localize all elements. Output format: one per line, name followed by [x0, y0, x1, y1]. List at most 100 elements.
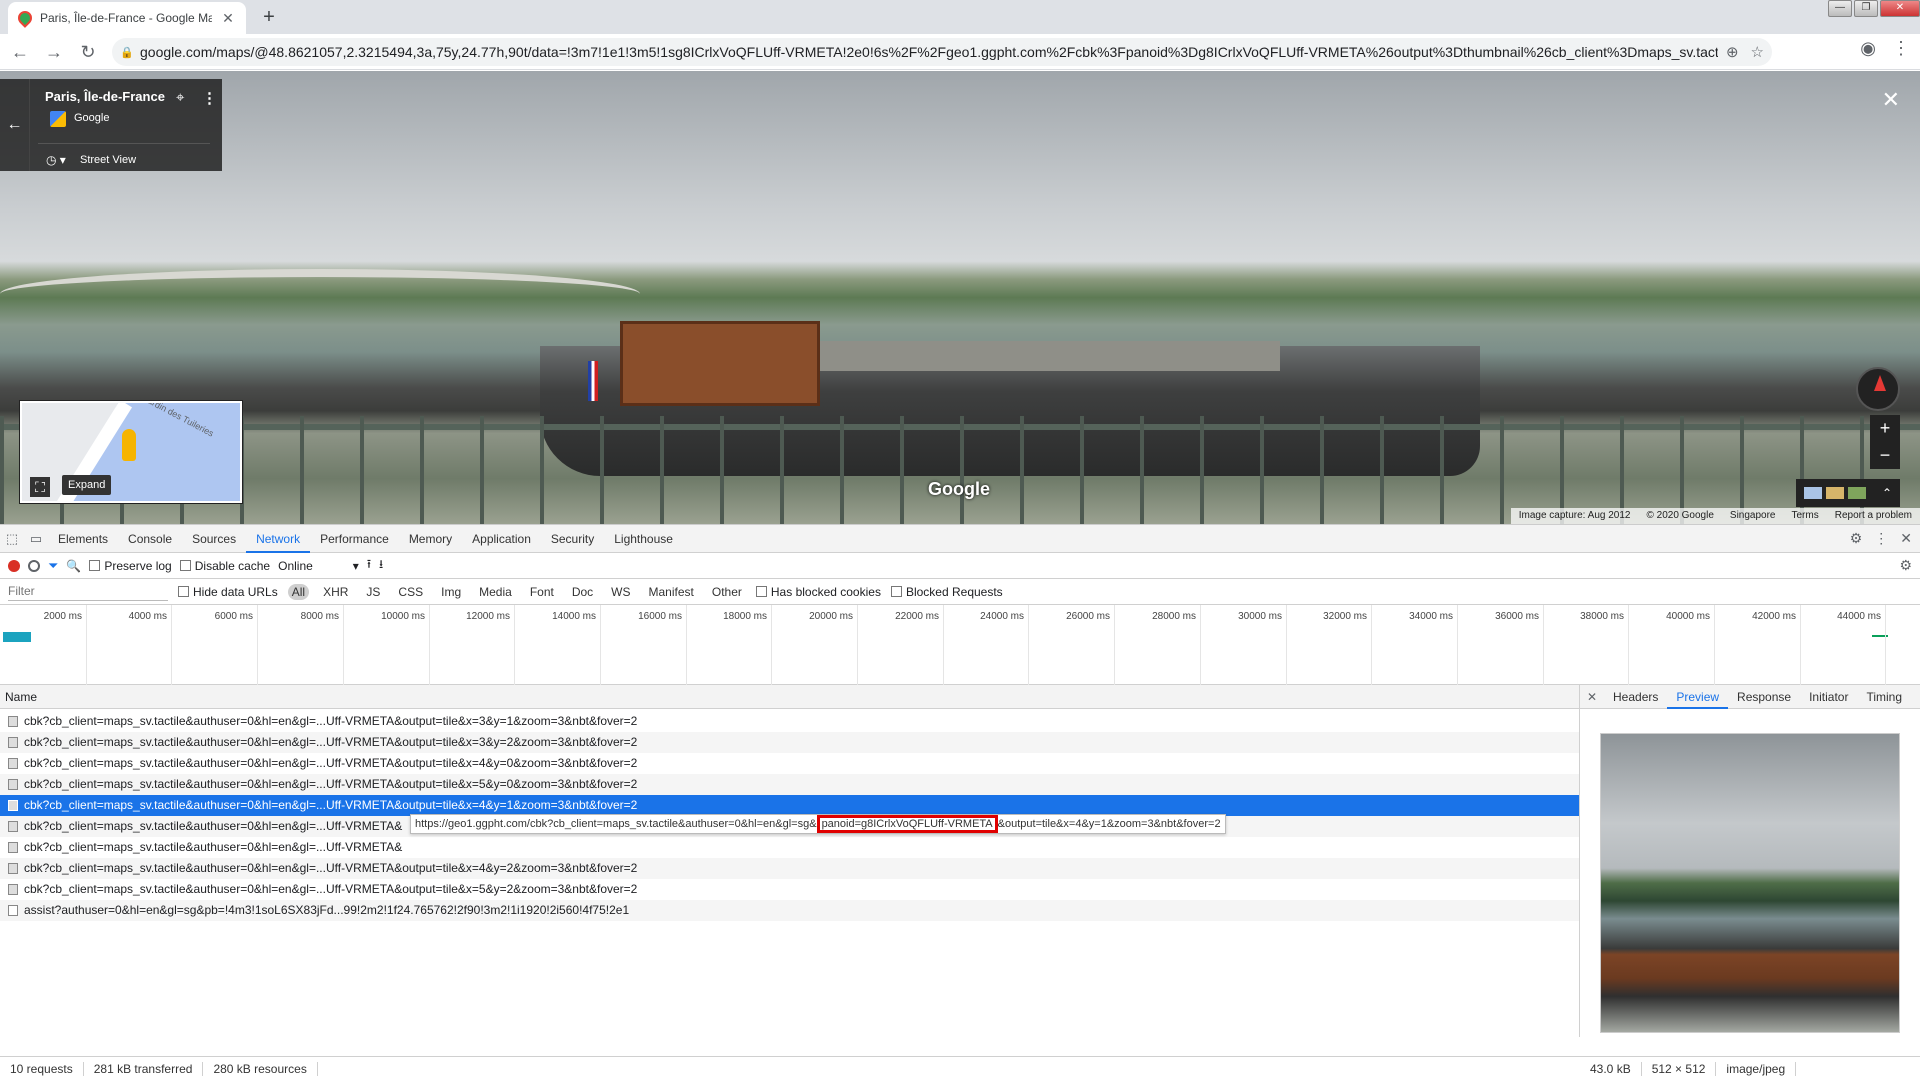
export-har-icon[interactable]: ⭳ [379, 555, 383, 576]
checkbox-box[interactable] [179, 560, 191, 571]
chevron-up-icon[interactable]: ⌃ [1882, 486, 1892, 500]
tab-memory[interactable]: Memory [399, 525, 462, 553]
install-icon[interactable]: ⊕ [1726, 43, 1739, 61]
clear-icon[interactable] [28, 559, 40, 572]
filter-type-all[interactable]: All [287, 583, 310, 600]
tab-lighthouse[interactable]: Lighthouse [604, 525, 683, 553]
table-row[interactable]: cbk?cb_client=maps_sv.tactile&authuser=0… [0, 795, 1579, 816]
hide-data-urls-checkbox[interactable]: Hide data URLs [178, 585, 278, 599]
zoom-in-button[interactable]: + [1880, 418, 1891, 439]
timeline-bar-requests [3, 632, 31, 642]
filter-type-doc[interactable]: Doc [568, 584, 597, 600]
tab-response[interactable]: Response [1728, 685, 1800, 709]
close-detail-icon[interactable]: ✕ [1580, 690, 1604, 704]
tab-application[interactable]: Application [462, 525, 541, 553]
filter-type-css[interactable]: CSS [394, 584, 427, 600]
throttling-select[interactable]: Online ▾ [278, 559, 359, 573]
inspect-element-icon[interactable]: ⬚ [0, 531, 24, 547]
record-icon[interactable] [8, 559, 20, 572]
url-text[interactable]: google.com/maps/@48.8621057,2.3215494,3a… [140, 44, 1718, 60]
address-bar[interactable]: 🔒 google.com/maps/@48.8621057,2.3215494,… [112, 38, 1772, 66]
tab-close-icon[interactable]: ✕ [220, 10, 236, 27]
lock-icon[interactable]: 🔒 [120, 46, 134, 59]
browser-tab-maps[interactable]: Paris, Île-de-France - Google Ma ✕ [8, 2, 246, 34]
pegman-icon[interactable] [122, 429, 136, 461]
new-tab-button[interactable]: + [256, 6, 282, 30]
filter-input[interactable] [8, 582, 168, 601]
table-row[interactable]: cbk?cb_client=maps_sv.tactile&authuser=0… [0, 879, 1579, 900]
back-button[interactable]: ← [6, 38, 34, 66]
close-street-view-icon[interactable]: ✕ [1882, 87, 1900, 113]
blocked-requests-checkbox[interactable]: Blocked Requests [890, 585, 1003, 599]
filter-type-media[interactable]: Media [475, 584, 516, 600]
expand-icon[interactable]: ⛶ [30, 477, 50, 497]
region-link[interactable]: Singapore [1730, 510, 1776, 522]
forward-button[interactable]: → [40, 38, 68, 66]
preserve-log-checkbox[interactable]: Preserve log [89, 559, 172, 573]
table-row[interactable]: cbk?cb_client=maps_sv.tactile&authuser=0… [0, 837, 1579, 858]
profile-avatar-icon[interactable]: ◉ [1860, 38, 1876, 59]
zoom-out-button[interactable]: − [1880, 445, 1891, 466]
location-pin-icon[interactable]: ⌖ [176, 89, 184, 106]
report-problem-link[interactable]: Report a problem [1835, 510, 1912, 522]
bookmark-star-icon[interactable]: ☆ [1751, 43, 1764, 61]
more-options-icon[interactable]: ⋮ [202, 89, 217, 107]
tab-initiator[interactable]: Initiator [1800, 685, 1857, 709]
filter-type-js[interactable]: JS [362, 584, 384, 600]
compass-icon[interactable] [1856, 367, 1900, 411]
network-overview-timeline[interactable]: 2000 ms 4000 ms 6000 ms 8000 ms 10000 ms 1200… [0, 605, 1920, 685]
exit-street-view-button[interactable]: ← [0, 79, 30, 171]
table-row[interactable]: cbk?cb_client=maps_sv.tactile&authuser=0… [0, 753, 1579, 774]
history-clock-icon[interactable]: ◷ ▾ [46, 153, 66, 167]
search-icon[interactable]: 🔍 [66, 559, 81, 573]
layer-thumb-map[interactable] [1804, 487, 1822, 499]
tab-performance[interactable]: Performance [310, 525, 399, 553]
filter-type-ws[interactable]: WS [607, 584, 634, 600]
table-row[interactable]: cbk?cb_client=maps_sv.tactile&authuser=0… [0, 858, 1579, 879]
tab-console[interactable]: Console [118, 525, 182, 553]
name-column-header[interactable]: Name [0, 685, 1579, 709]
close-window-button[interactable]: ✕ [1880, 0, 1920, 17]
table-row[interactable]: cbk?cb_client=maps_sv.tactile&authuser=0… [0, 711, 1579, 732]
street-view-panorama[interactable]: ← Paris, Île-de-France Google ⌖ ⋮ ◷ ▾ St… [0, 71, 1920, 524]
table-row[interactable]: assist?authuser=0&hl=en&gl=sg&pb=!4m3!1s… [0, 900, 1579, 921]
resource-type-icon [8, 800, 18, 811]
devtools-menu-icon[interactable]: ⋮ [1874, 530, 1888, 547]
tab-network[interactable]: Network [246, 525, 311, 553]
restore-button[interactable]: ❐ [1854, 0, 1878, 17]
tab-preview[interactable]: Preview [1667, 685, 1729, 709]
minimize-button[interactable]: — [1828, 0, 1852, 17]
import-har-icon[interactable]: ⭱ [367, 555, 371, 576]
resource-type-icon [8, 821, 18, 832]
layer-thumb-terrain[interactable] [1826, 487, 1844, 499]
layer-thumb-satellite[interactable] [1848, 487, 1866, 499]
checkbox-box[interactable] [890, 586, 902, 597]
tab-headers[interactable]: Headers [1604, 685, 1667, 709]
checkbox-box[interactable] [178, 586, 189, 597]
device-toolbar-icon[interactable]: ▭ [24, 531, 48, 547]
filter-type-xhr[interactable]: XHR [319, 584, 352, 600]
filter-type-font[interactable]: Font [526, 584, 558, 600]
terms-link[interactable]: Terms [1792, 510, 1819, 522]
tab-timing[interactable]: Timing [1857, 685, 1911, 709]
filter-type-img[interactable]: Img [437, 584, 465, 600]
devtools-close-icon[interactable]: ✕ [1900, 530, 1912, 547]
imagery-layers[interactable]: ⌃ [1796, 479, 1900, 507]
filter-icon[interactable]: ⏷ [48, 558, 58, 574]
disable-cache-checkbox[interactable]: Disable cache [179, 559, 270, 573]
network-settings-icon[interactable]: ⚙ [1899, 557, 1912, 574]
filter-type-manifest[interactable]: Manifest [645, 584, 698, 600]
has-blocked-cookies-checkbox[interactable]: Has blocked cookies [755, 585, 881, 599]
devtools-settings-icon[interactable]: ⚙ [1850, 530, 1863, 547]
checkbox-box[interactable] [89, 560, 101, 571]
reload-button[interactable]: ↻ [74, 38, 102, 66]
tab-sources[interactable]: Sources [182, 525, 246, 553]
mini-map[interactable]: Jardin des Tuileries ⛶ Expand [20, 401, 242, 503]
chrome-menu-icon[interactable]: ⋮ [1892, 38, 1910, 59]
tab-security[interactable]: Security [541, 525, 604, 553]
table-row[interactable]: cbk?cb_client=maps_sv.tactile&authuser=0… [0, 774, 1579, 795]
table-row[interactable]: cbk?cb_client=maps_sv.tactile&authuser=0… [0, 732, 1579, 753]
tab-elements[interactable]: Elements [48, 525, 118, 553]
filter-type-other[interactable]: Other [708, 584, 746, 600]
checkbox-box[interactable] [755, 586, 767, 597]
